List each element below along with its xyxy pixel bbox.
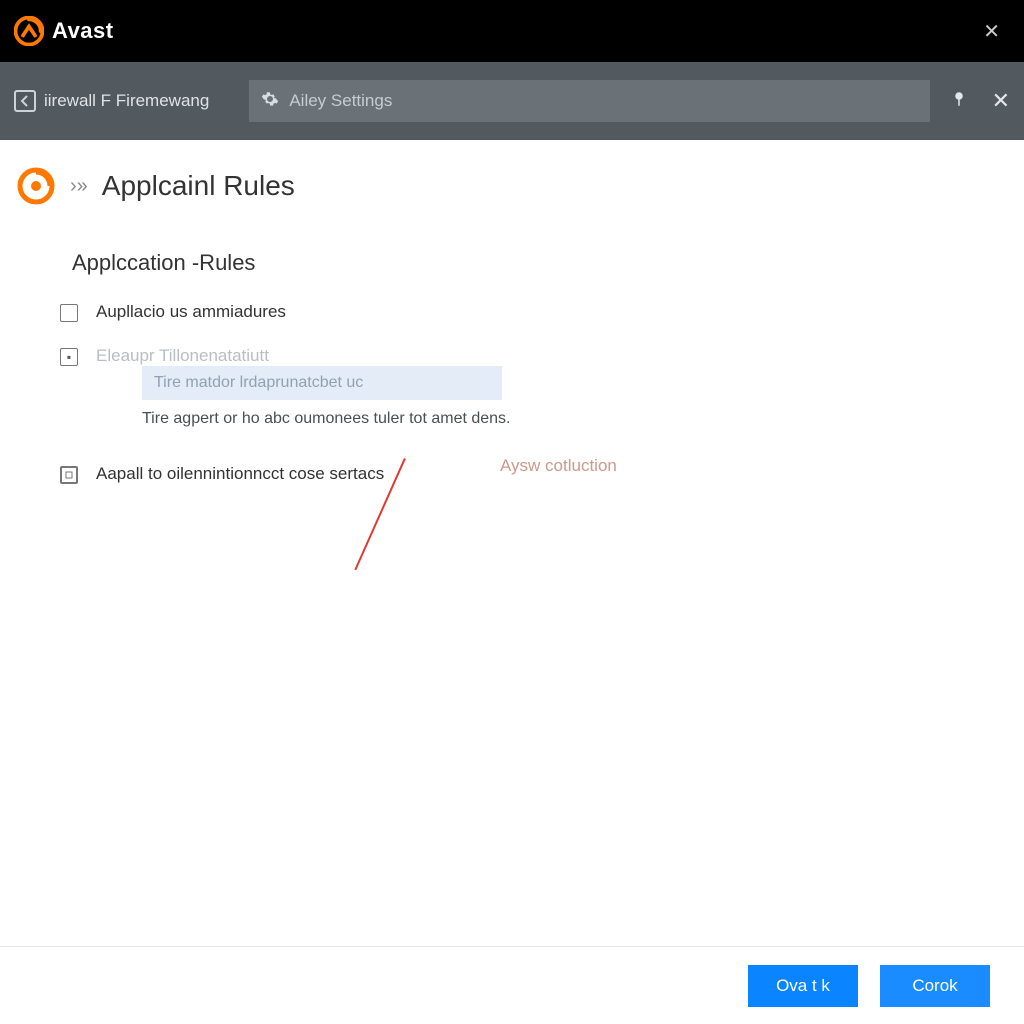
cancel-button[interactable]: Corok [880,965,990,1007]
option-2-highlight[interactable]: Tire matdor lrdaprunatcbet uc [142,366,502,400]
breadcrumb-text: iirewall F Firemewang [44,91,209,111]
toolbar: iirewall F Firemewang ✕ [0,62,1024,140]
option-1-label: Aupllacio us ammiadures [96,302,286,322]
toolbar-close-icon[interactable]: ✕ [992,88,1010,114]
chevron-right-icon: ›» [70,175,88,198]
breadcrumb[interactable]: iirewall F Firemewang [14,90,209,112]
page-title: Applcainl Rules [102,170,295,202]
page-icon [16,166,56,206]
section-title: Applccation -Rules [72,250,1004,276]
option-row-1: Aupllacio us ammiadures [60,302,1004,322]
toolbar-actions: ✕ [950,88,1010,114]
titlebar: Avast ✕ [0,0,1024,62]
page-body: ›» Applcainl Rules Applccation -Rules Ay… [0,140,1024,484]
option-row-2: ▪ Eleaupr Tillonenatatiutt [60,346,1004,366]
breadcrumb-back-icon[interactable] [14,90,36,112]
footer: Ova t k Corok [0,946,1024,1024]
brand-name: Avast [52,18,114,44]
search-input[interactable] [289,91,917,111]
option-3-label: Aapall to oilennintionncct cose sertacs [96,464,384,484]
gear-icon [261,90,279,113]
option-2-description: Tire agpert or ho abc oumonees tuler tot… [142,410,1004,428]
annotation-label: Aysw cotluction [500,456,617,476]
brand: Avast [14,16,114,46]
option-2-label: Eleaupr Tillonenatatiutt [96,346,269,366]
avast-logo-icon [14,16,44,46]
ok-button[interactable]: Ova t k [748,965,858,1007]
page-header: ›» Applcainl Rules [16,166,1004,206]
option-2-subblock: Tire matdor lrdaprunatcbet uc Tire agper… [142,366,1004,428]
checkbox-1[interactable] [60,304,78,322]
pin-icon[interactable] [950,90,968,113]
checkbox-3[interactable] [60,466,78,484]
window-close-icon[interactable]: ✕ [973,13,1010,50]
checkbox-2[interactable]: ▪ [60,348,78,366]
search-bar[interactable] [249,80,929,122]
